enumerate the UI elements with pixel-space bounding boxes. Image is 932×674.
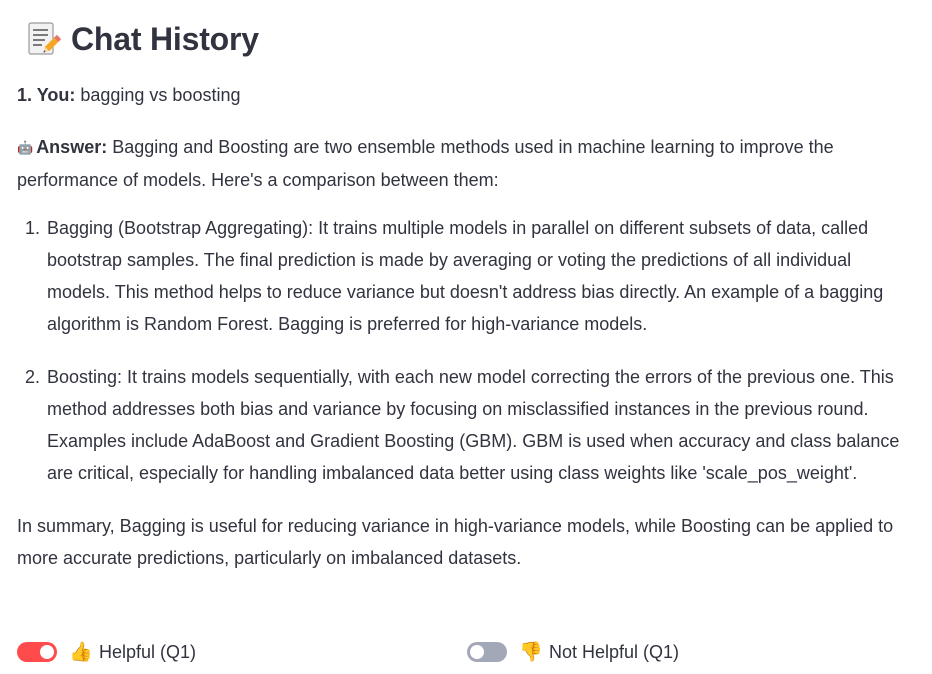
page-header: Chat History [17,14,917,64]
answer-point: Boosting: It trains models sequentially,… [45,361,917,489]
answer-label: Answer: [36,137,108,157]
user-question: 1. You: bagging vs boosting [17,82,917,108]
thumbs-up-icon: 👍 [69,642,93,663]
helpful-feedback: 👍 Helpful (Q1) [17,637,196,667]
question-text: bagging vs boosting [80,85,241,105]
toggle-knob [40,645,54,659]
feedback-row: 👍 Helpful (Q1) 👎 Not Helpful (Q1) [17,637,917,667]
question-label: 1. You: [17,85,76,105]
not-helpful-feedback: 👎 Not Helpful (Q1) [467,637,679,667]
answer-intro: Bagging and Boosting are two ensemble me… [17,137,834,190]
answer-point: Bagging (Bootstrap Aggregating): It trai… [45,212,917,340]
memo-icon [23,19,63,59]
chat-history-panel: Chat History 1. You: bagging vs boosting… [17,14,917,574]
answer-points-list: Bagging (Bootstrap Aggregating): It trai… [17,212,917,489]
not-helpful-label: Not Helpful (Q1) [549,641,680,662]
thumbs-down-icon: 👎 [519,642,543,663]
answer-block: 🤖 Answer: Bagging and Boosting are two en… [17,131,917,196]
answer-summary: In summary, Bagging is useful for reduci… [17,516,894,568]
toggle-knob [470,645,484,659]
page-title: Chat History [71,20,259,57]
helpful-label: Helpful (Q1) [99,641,197,662]
robot-icon: 🤖 [17,140,34,155]
not-helpful-toggle[interactable] [467,642,507,662]
helpful-toggle[interactable] [17,642,57,662]
